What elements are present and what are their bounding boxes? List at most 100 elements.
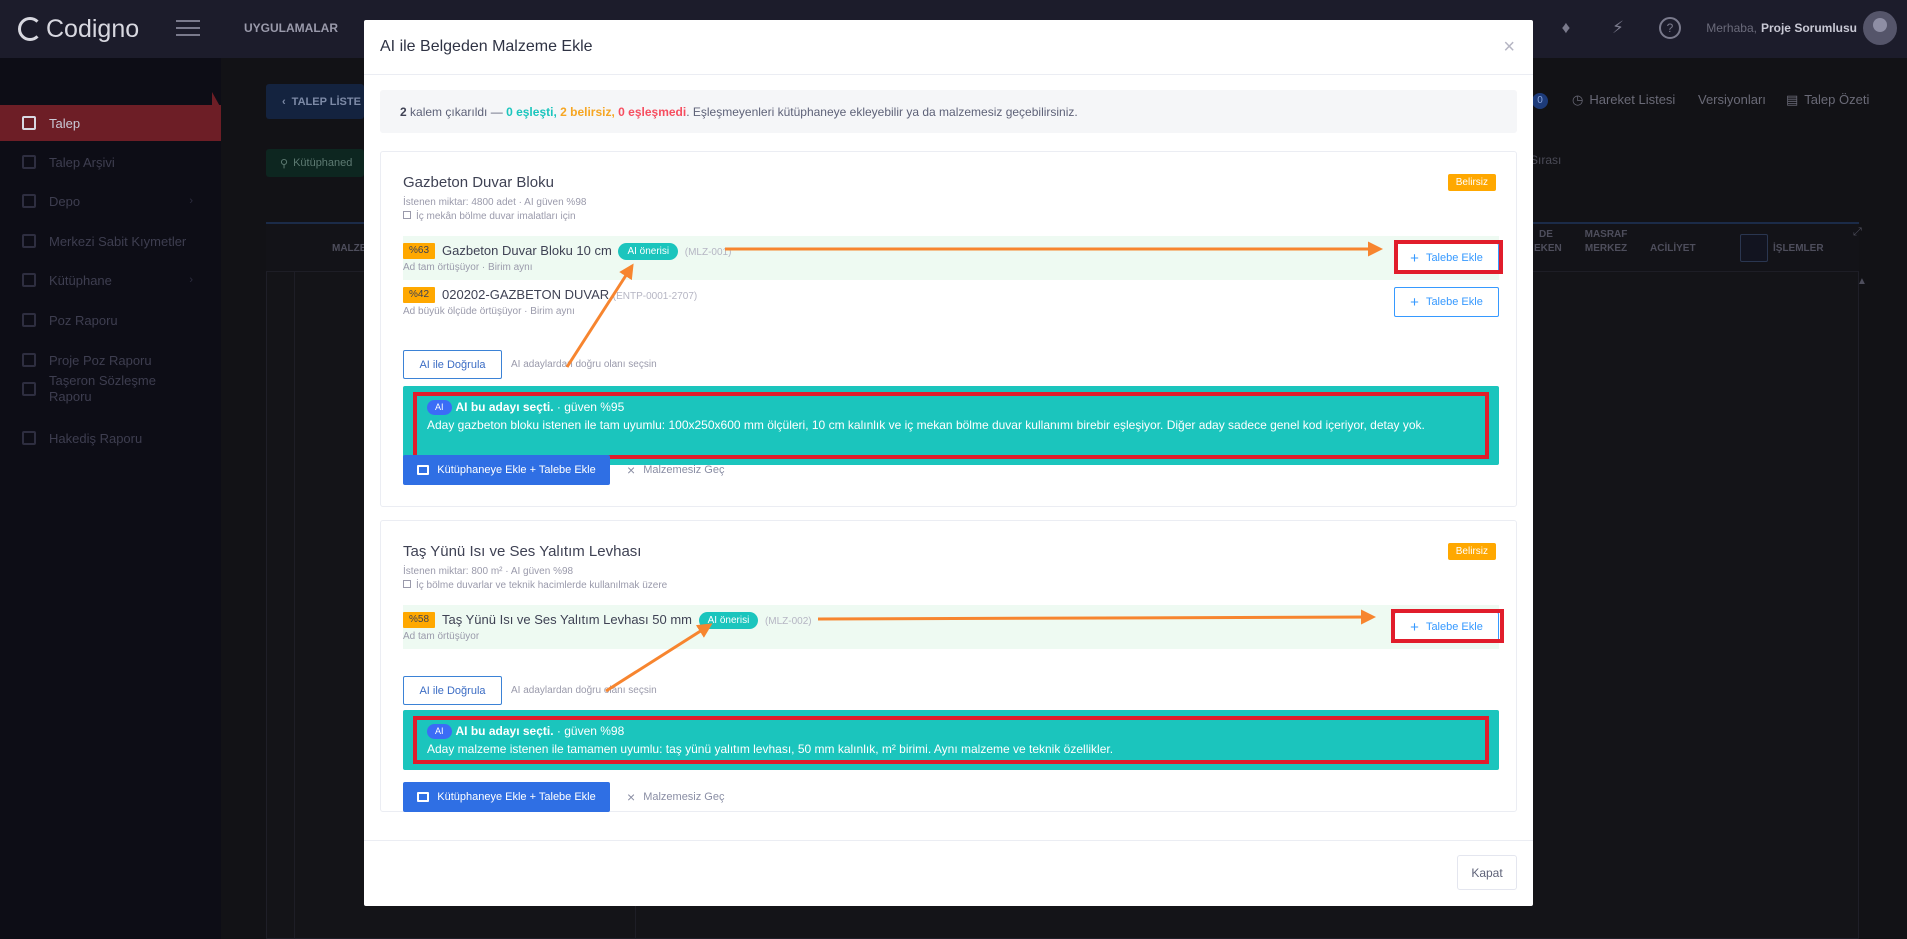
- help-icon[interactable]: ?: [1659, 17, 1681, 39]
- match-percent: %42: [403, 287, 436, 303]
- candidate-row[interactable]: %63 Gazbeton Duvar Bloku 10 cm AI öneris…: [403, 236, 1499, 280]
- candidate-name: Taş Yünü Isı ve Ses Yalıtım Levhası 50 m…: [442, 612, 812, 630]
- sidebar-item-talep-arsivi[interactable]: Talep Arşivi: [0, 144, 221, 180]
- summary-unmatched: 0 eşleşmedi: [618, 104, 687, 119]
- tab-talep-ozeti[interactable]: ▤ Talep Özeti: [1786, 92, 1869, 108]
- verify-hint: AI adaylardan doğru olanı seçsin: [511, 685, 657, 696]
- summary-extracted: kalem çıkarıldı —: [410, 104, 503, 119]
- note-text: İç mekân bölme duvar imalatları için: [416, 211, 576, 222]
- tab-hareket-listesi[interactable]: ◷ Hareket Listesi: [1572, 92, 1675, 108]
- archive-icon: [22, 155, 36, 169]
- candidate-code: (MLZ-002): [764, 616, 812, 627]
- ai-verify-button[interactable]: AI ile Doğrula: [403, 676, 502, 705]
- ai-reason: Aday malzeme istenen ile tamamen uyumlu:…: [427, 742, 1114, 756]
- tab-versiyonlari[interactable]: Versiyonları: [1698, 92, 1766, 107]
- add-to-request-button[interactable]: + Talebe Ekle: [1394, 612, 1499, 642]
- plus-icon: +: [1410, 249, 1419, 267]
- summary-matched: 0 eşleşti,: [506, 104, 557, 119]
- fullscreen-icon[interactable]: ⤢: [1853, 226, 1862, 239]
- button-label: Talebe Ekle: [1425, 621, 1483, 633]
- list-icon: [22, 234, 36, 248]
- sidebar-item-talep[interactable]: Talep: [0, 105, 221, 141]
- summary-rest: . Eşleşmeyenleri kütüphaneye ekleyebilir…: [686, 104, 1078, 119]
- close-button[interactable]: Kapat: [1457, 855, 1517, 890]
- verify-hint: AI adaylardan doğru olanı seçsin: [511, 359, 657, 370]
- status-badge: Belirsiz: [1447, 543, 1496, 560]
- sidebar-item-label: Talep Arşivi: [49, 154, 115, 170]
- match-percent: %58: [403, 612, 436, 628]
- sidebar-item-label: Kütüphane: [49, 272, 112, 288]
- sidebar-item-depo[interactable]: Depo ›: [0, 183, 221, 219]
- modal-header-divider: [364, 74, 1533, 75]
- tab-label: Hareket Listesi: [1589, 92, 1676, 107]
- library-button-label: Kütüphaned: [293, 157, 353, 169]
- sidebar-item-label: Poz Raporu: [49, 312, 118, 328]
- avatar[interactable]: [1863, 11, 1897, 45]
- add-library-and-request-button[interactable]: Kütüphaneye Ekle + Talebe Ekle: [403, 455, 610, 485]
- brand-logo[interactable]: Codigno: [18, 12, 139, 46]
- match-percent: %63: [403, 243, 436, 259]
- bell-icon[interactable]: ♦: [1555, 17, 1577, 39]
- requested-quantity: İstenen miktar: 800 m² · AI güven %98: [403, 566, 574, 577]
- library-button[interactable]: ⚲ Kütüphaned: [266, 149, 364, 177]
- candidate-match-detail: Ad büyük ölçüde örtüşüyor · Birim aynı: [403, 306, 575, 317]
- close-icon: ×: [627, 462, 636, 478]
- sidebar-item-poz-raporu[interactable]: Poz Raporu: [0, 302, 221, 338]
- extraction-summary: 2 kalem çıkarıldı — 0 eşleşti, 2 belirsi…: [380, 90, 1517, 133]
- chevron-left-icon: ‹: [282, 95, 286, 108]
- scroll-up-icon[interactable]: ▲: [1857, 276, 1867, 287]
- button-label: Malzemesiz Geç: [643, 464, 725, 476]
- sidebar-item-kutuphane[interactable]: Kütüphane ›: [0, 262, 221, 298]
- logo-icon: [18, 17, 42, 41]
- skip-without-material-button[interactable]: × Malzemesiz Geç: [627, 782, 724, 812]
- candidate-match-detail: Ad tam örtüşüyor: [403, 631, 480, 642]
- material-card: Gazbeton Duvar Bloku Belirsiz İstenen mi…: [380, 151, 1517, 507]
- candidate-name-text: Gazbeton Duvar Bloku 10 cm: [442, 243, 612, 258]
- history-icon: ◷: [1572, 92, 1584, 107]
- summary-count: 2: [400, 104, 407, 119]
- ai-verify-button[interactable]: AI ile Doğrula: [403, 350, 502, 379]
- sidebar-item-label: Merkezi Sabit Kıymetler: [49, 233, 187, 249]
- bg-column-divider: [294, 272, 295, 939]
- note-text: İç bölme duvarlar ve teknik hacimlerde k…: [416, 580, 668, 591]
- save-icon[interactable]: [1740, 234, 1768, 262]
- requested-quantity: İstenen miktar: 4800 adet · AI güven %98: [403, 197, 587, 208]
- candidate-name: Gazbeton Duvar Bloku 10 cm AI önerisi (M…: [442, 243, 731, 261]
- bolt-icon[interactable]: ⚡: [1607, 17, 1629, 39]
- material-note: İç bölme duvarlar ve teknik hacimlerde k…: [403, 580, 667, 591]
- skip-without-material-button[interactable]: × Malzemesiz Geç: [627, 455, 724, 485]
- close-icon: ×: [627, 789, 636, 805]
- status-badge: Belirsiz: [1447, 174, 1496, 191]
- material-note: İç mekân bölme duvar imalatları için: [403, 211, 576, 222]
- candidate-row[interactable]: %42 020202-GAZBETON DUVAR (ENTP-0001-270…: [403, 280, 1499, 324]
- back-to-list-button[interactable]: ‹ TALEP LİSTE: [266, 84, 364, 119]
- sidebar-item-hakedis-raporu[interactable]: Hakediş Raporu: [0, 420, 221, 456]
- column-islemler: İŞLEMLER: [1773, 243, 1824, 254]
- plus-icon: +: [1410, 293, 1419, 311]
- ai-choice-box: AI AI bu adayı seçti. · güven %98 Aday ma…: [403, 710, 1499, 770]
- note-icon: [403, 580, 411, 588]
- button-label: Kütüphaneye Ekle + Talebe Ekle: [437, 791, 596, 803]
- add-to-request-button[interactable]: + Talebe Ekle: [1394, 287, 1499, 317]
- search-icon: ⚲: [280, 157, 289, 170]
- sidebar-item-taseron-sozlesme-raporu[interactable]: Taşeron Sözleşme Raporu: [0, 365, 221, 413]
- close-icon[interactable]: ×: [1503, 36, 1515, 59]
- greeting-text: Merhaba,: [1706, 21, 1757, 35]
- back-button-label: TALEP LİSTE: [291, 95, 361, 108]
- button-label: Malzemesiz Geç: [643, 791, 725, 803]
- apps-menu[interactable]: UYGULAMALAR: [244, 21, 338, 35]
- user-greeting[interactable]: Merhaba, Proje Sorumlusu: [1706, 21, 1857, 35]
- ai-tag: AI: [427, 400, 452, 416]
- candidate-name: 020202-GAZBETON DUVAR (ENTP-0001-2707): [442, 287, 697, 302]
- ai-import-modal: AI ile Belgeden Malzeme Ekle × 2 kalem ç…: [364, 20, 1533, 906]
- menu-icon[interactable]: [176, 20, 200, 36]
- user-name: Proje Sorumlusu: [1760, 21, 1857, 35]
- summary-uncertain: 2 belirsiz,: [560, 104, 615, 119]
- add-library-and-request-button[interactable]: Kütüphaneye Ekle + Talebe Ekle: [403, 782, 610, 812]
- candidate-row[interactable]: %58 Taş Yünü Isı ve Ses Yalıtım Levhası …: [403, 605, 1499, 649]
- sidebar-item-merkezi-sabit-kiymetler[interactable]: Merkezi Sabit Kıymetler: [0, 223, 221, 259]
- sidebar-item-label: Talep: [49, 115, 81, 131]
- sidebar-item-label: Hakediş Raporu: [49, 430, 143, 446]
- candidate-name-text: 020202-GAZBETON DUVAR: [442, 287, 610, 302]
- add-to-request-button[interactable]: + Talebe Ekle: [1394, 243, 1499, 273]
